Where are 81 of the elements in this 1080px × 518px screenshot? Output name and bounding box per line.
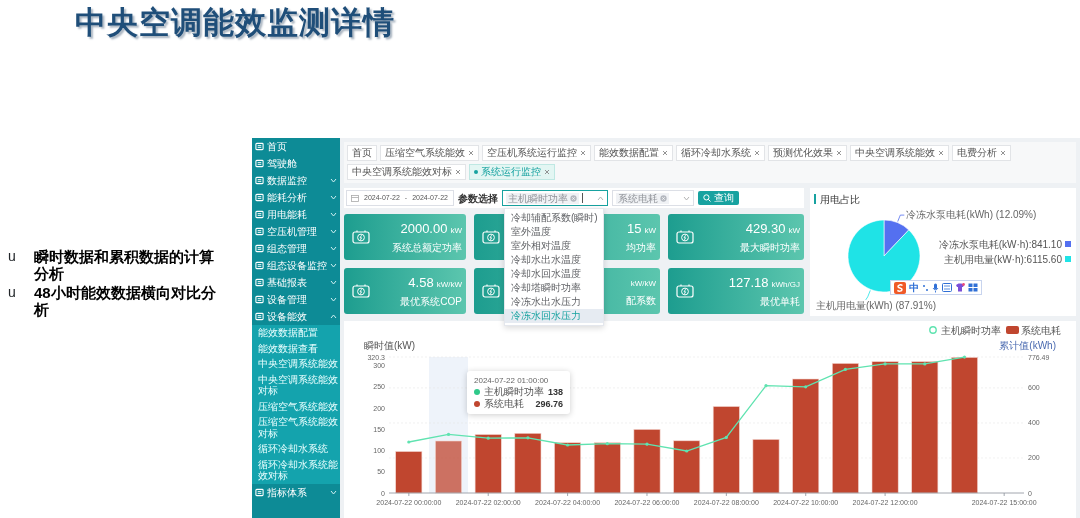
dropdown-option[interactable]: 冷冻水出水压力 — [505, 295, 603, 309]
metric-unit: kW — [788, 224, 800, 237]
dropdown-option[interactable]: 冷却水回水温度 — [505, 267, 603, 281]
slice-label: 主机用电量(kWh) (87.91%) — [816, 299, 936, 311]
metric-unit: kW/kW — [630, 277, 656, 290]
param-tag[interactable]: 主机瞬时功率 — [506, 192, 579, 204]
tab[interactable]: 能效数据配置 — [594, 145, 673, 161]
tab[interactable]: 首页 — [347, 145, 377, 161]
tab[interactable]: 空压机系统运行监控 — [482, 145, 591, 161]
dropdown-option[interactable]: 室外相对温度 — [505, 239, 603, 253]
tab[interactable]: 预测优化效果 — [768, 145, 847, 161]
legend-label: 冷冻水泵电耗(kW·h):841.10 — [938, 239, 1062, 250]
bullet-text: 瞬时数据和累积数据的计算分析 — [34, 248, 215, 282]
sidebar-item[interactable]: 设备管理 — [252, 291, 340, 308]
metric-label: 最优系统COP — [400, 295, 462, 308]
sidebar-item[interactable]: 空压机管理 — [252, 223, 340, 240]
sidebar-item[interactable]: 数据监控 — [252, 172, 340, 189]
tab[interactable]: 中央空调系统能效对标 — [347, 164, 466, 180]
metric-label: 配系数 — [626, 294, 656, 307]
metric-unit: kW — [644, 224, 656, 237]
tooltip-series-name: 主机瞬时功率 — [484, 386, 544, 398]
metric-value: 2000.00 — [400, 220, 448, 236]
multi-select[interactable]: 主机瞬时功率 — [502, 190, 608, 206]
tooltip-title: 2024-07-22 01:00:00 — [474, 375, 550, 386]
sidebar-item[interactable]: 用电能耗 — [252, 206, 340, 223]
metric-unit: kWh/GJ — [771, 278, 800, 291]
submenu-item[interactable]: 能效数据配置 — [252, 325, 340, 341]
tab[interactable]: 压缩空气系统能效 — [380, 145, 479, 161]
tooltip-value: 296.76 — [535, 398, 564, 410]
dropdown-option[interactable]: 室外温度 — [505, 225, 603, 239]
param-label: 参数选择 — [458, 191, 498, 206]
bullet-marker: u — [8, 248, 17, 265]
param-tag[interactable]: 系统电耗 — [616, 192, 669, 204]
metric-value: 127.18 — [728, 274, 769, 290]
metric-label: 系统总额定功率 — [392, 241, 462, 254]
panel-title: 用电占比 — [820, 192, 860, 207]
metric-value: 15 — [626, 220, 642, 236]
submenu-item[interactable]: 循环冷却水系统 — [252, 441, 340, 457]
metric-value: 4.58 — [408, 274, 434, 290]
metric-label: 最大瞬时功率 — [740, 241, 800, 254]
metric-value: 429.30 — [745, 220, 786, 236]
sidebar-item[interactable]: 设备能效 — [252, 308, 340, 325]
metric-label: 最优单耗 — [759, 295, 800, 308]
query-button[interactable]: 查询 — [698, 191, 739, 205]
dropdown-option[interactable]: 冷冻水回水压力 — [505, 309, 603, 323]
dropdown-option[interactable]: 冷却水出水温度 — [505, 253, 603, 267]
metric-label: 均功率 — [626, 241, 656, 254]
submenu-item[interactable]: 能效数据查看 — [252, 340, 340, 356]
slice-label: 冷冻水泵电耗(kWh) (12.09%) — [906, 209, 1037, 221]
sidebar-item[interactable]: 基础报表 — [252, 274, 340, 291]
tab[interactable]: 循环冷却水系统 — [676, 145, 765, 161]
submenu-item[interactable]: 压缩空气系统能效 — [252, 398, 340, 414]
legend-label: 主机用电量(kW·h):6115.60 — [943, 254, 1062, 265]
submenu-item[interactable]: 中央空调系统能效 — [252, 356, 340, 372]
tab[interactable]: 中央空调系统能效 — [850, 145, 949, 161]
sidebar-item[interactable]: 组态设备监控 — [252, 257, 340, 274]
tab[interactable]: 系统运行监控 — [469, 164, 555, 180]
ime-mode-label[interactable]: 中 — [909, 282, 919, 293]
tooltip-series-name: 系统电耗 — [484, 398, 524, 410]
legend-label: 主机瞬时功率 — [941, 324, 1001, 336]
dropdown-option[interactable]: 冷却辅配系数(瞬时) — [505, 211, 603, 225]
submenu-item[interactable]: 压缩空气系统能效对标 — [252, 414, 340, 441]
metric-unit: kW — [450, 224, 462, 237]
sidebar-item[interactable]: 能耗分析 — [252, 189, 340, 206]
dropdown-option[interactable]: 冷却塔瞬时功率 — [505, 281, 603, 295]
bullet-marker: u — [8, 284, 17, 301]
legend-label: 系统电耗 — [1021, 324, 1061, 336]
sidebar-item[interactable]: 组态管理 — [252, 240, 340, 257]
sidebar-item[interactable]: 首页 — [252, 138, 340, 155]
slide-title: 中央空调能效监测详情 — [75, 4, 395, 42]
axis-title: 瞬时值(kW) — [364, 340, 416, 351]
submenu-item[interactable]: 循环冷却水系统能效对标 — [252, 456, 340, 484]
axis-title: 累计值(kWh) — [999, 340, 1056, 351]
metric-unit: kW/kW — [436, 278, 462, 291]
tab[interactable]: 电费分析 — [952, 145, 1011, 161]
multi-select[interactable]: 系统电耗 — [612, 190, 694, 206]
tooltip-value: 138 — [548, 386, 564, 398]
submenu-item[interactable]: 中央空调系统能效对标 — [252, 371, 340, 399]
sidebar-item[interactable]: 指标体系 — [252, 483, 340, 501]
bullet-text: 48小时能效数据横向对比分析 — [34, 284, 217, 318]
sidebar-item[interactable]: 驾驶舱 — [252, 155, 340, 172]
